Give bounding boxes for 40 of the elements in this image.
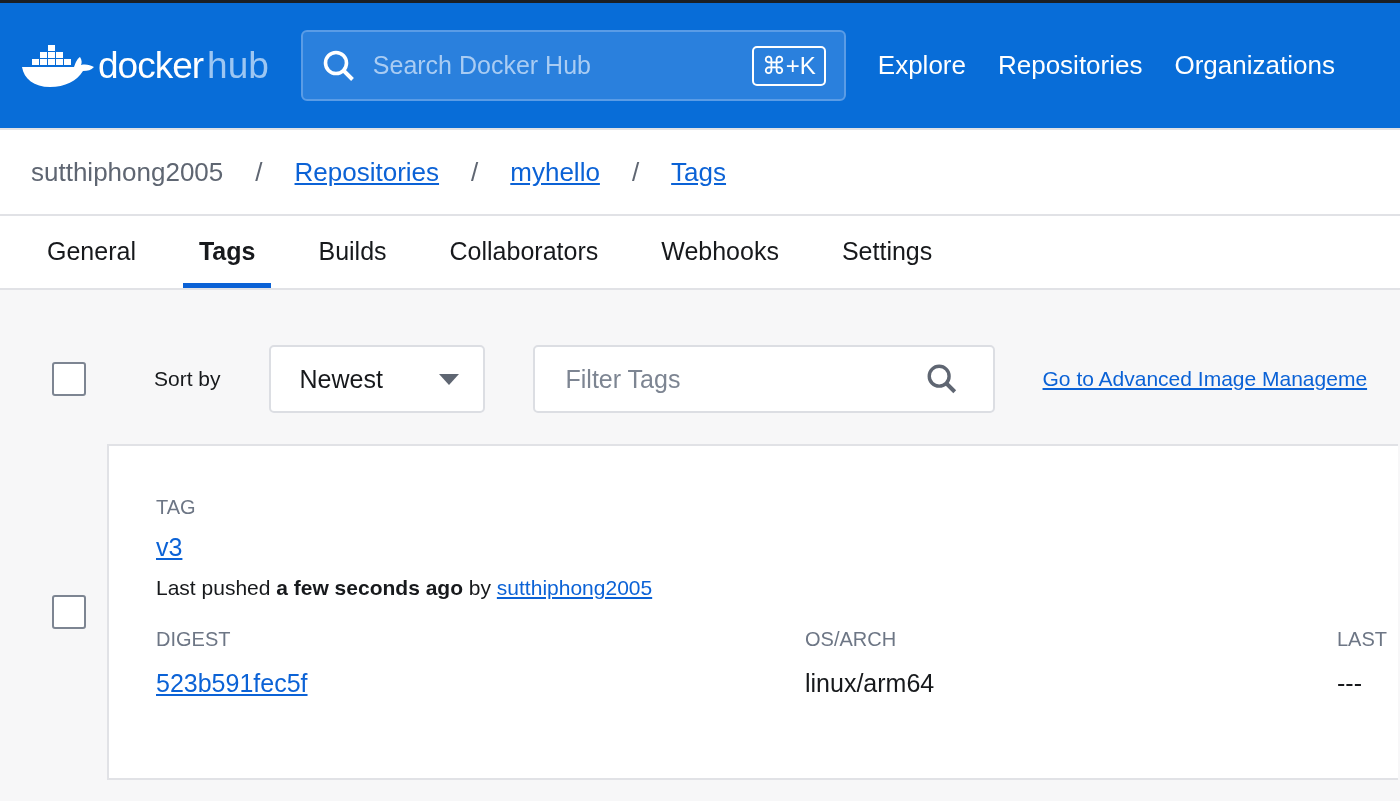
breadcrumb-separator: /: [255, 156, 263, 188]
column-value: linux/arm64: [805, 669, 936, 698]
breadcrumb-separator: /: [631, 156, 640, 188]
digest-link[interactable]: 523b591fec5f: [156, 669, 805, 698]
breadcrumb-link[interactable]: Tags: [671, 156, 727, 188]
tab[interactable]: General: [31, 216, 152, 288]
breadcrumb-link[interactable]: Repositories: [294, 156, 440, 188]
shortcut-badge: ⌘+K: [751, 45, 826, 86]
tab[interactable]: Webhooks: [645, 216, 795, 288]
checkbox[interactable]: [52, 362, 86, 396]
column-heading: DIGEST: [156, 628, 232, 651]
tab[interactable]: Settings: [825, 216, 949, 288]
logo-suffix-text: hub: [207, 44, 269, 87]
nav-link[interactable]: Repositories: [997, 50, 1143, 81]
breadcrumb-separator: /: [471, 156, 479, 188]
column-value: ---: [1337, 669, 1363, 698]
breadcrumb-link[interactable]: myhello: [510, 156, 600, 188]
breadcrumb-text: sutthiphong2005: [31, 156, 224, 188]
filter-field[interactable]: Filter Tags: [563, 363, 925, 395]
sort-label: Sort by: [154, 367, 221, 391]
sort-dropdown[interactable]: Newest: [268, 345, 485, 413]
whale-icon: [22, 44, 94, 87]
logo-text: docker: [98, 44, 204, 87]
caret-icon: [438, 373, 459, 385]
nav-link[interactable]: Explore: [877, 50, 966, 81]
user-link[interactable]: sutthiphong2005: [496, 576, 653, 599]
filter-bar[interactable]: Filter Tags: [532, 345, 995, 413]
tab[interactable]: Collaborators: [433, 216, 615, 288]
tag-heading: TAG: [156, 496, 197, 519]
checkbox[interactable]: [52, 595, 86, 629]
search-bar[interactable]: Search Docker Hub ⌘+K: [300, 30, 846, 101]
tag-link[interactable]: v3: [156, 533, 183, 562]
advanced-management-link[interactable]: Go to Advanced Image Manageme: [1042, 367, 1368, 391]
tab[interactable]: Tags: [182, 216, 272, 288]
search-field[interactable]: Search Docker Hub: [370, 50, 752, 81]
tab[interactable]: Builds: [302, 216, 403, 288]
column-heading: OS/ARCH: [805, 628, 898, 651]
nav-link[interactable]: Organizations: [1174, 50, 1335, 81]
column-heading: LAST: [1337, 628, 1389, 651]
push-info-text: Last pushed a few seconds ago by sutthiphong2005: [156, 576, 654, 600]
